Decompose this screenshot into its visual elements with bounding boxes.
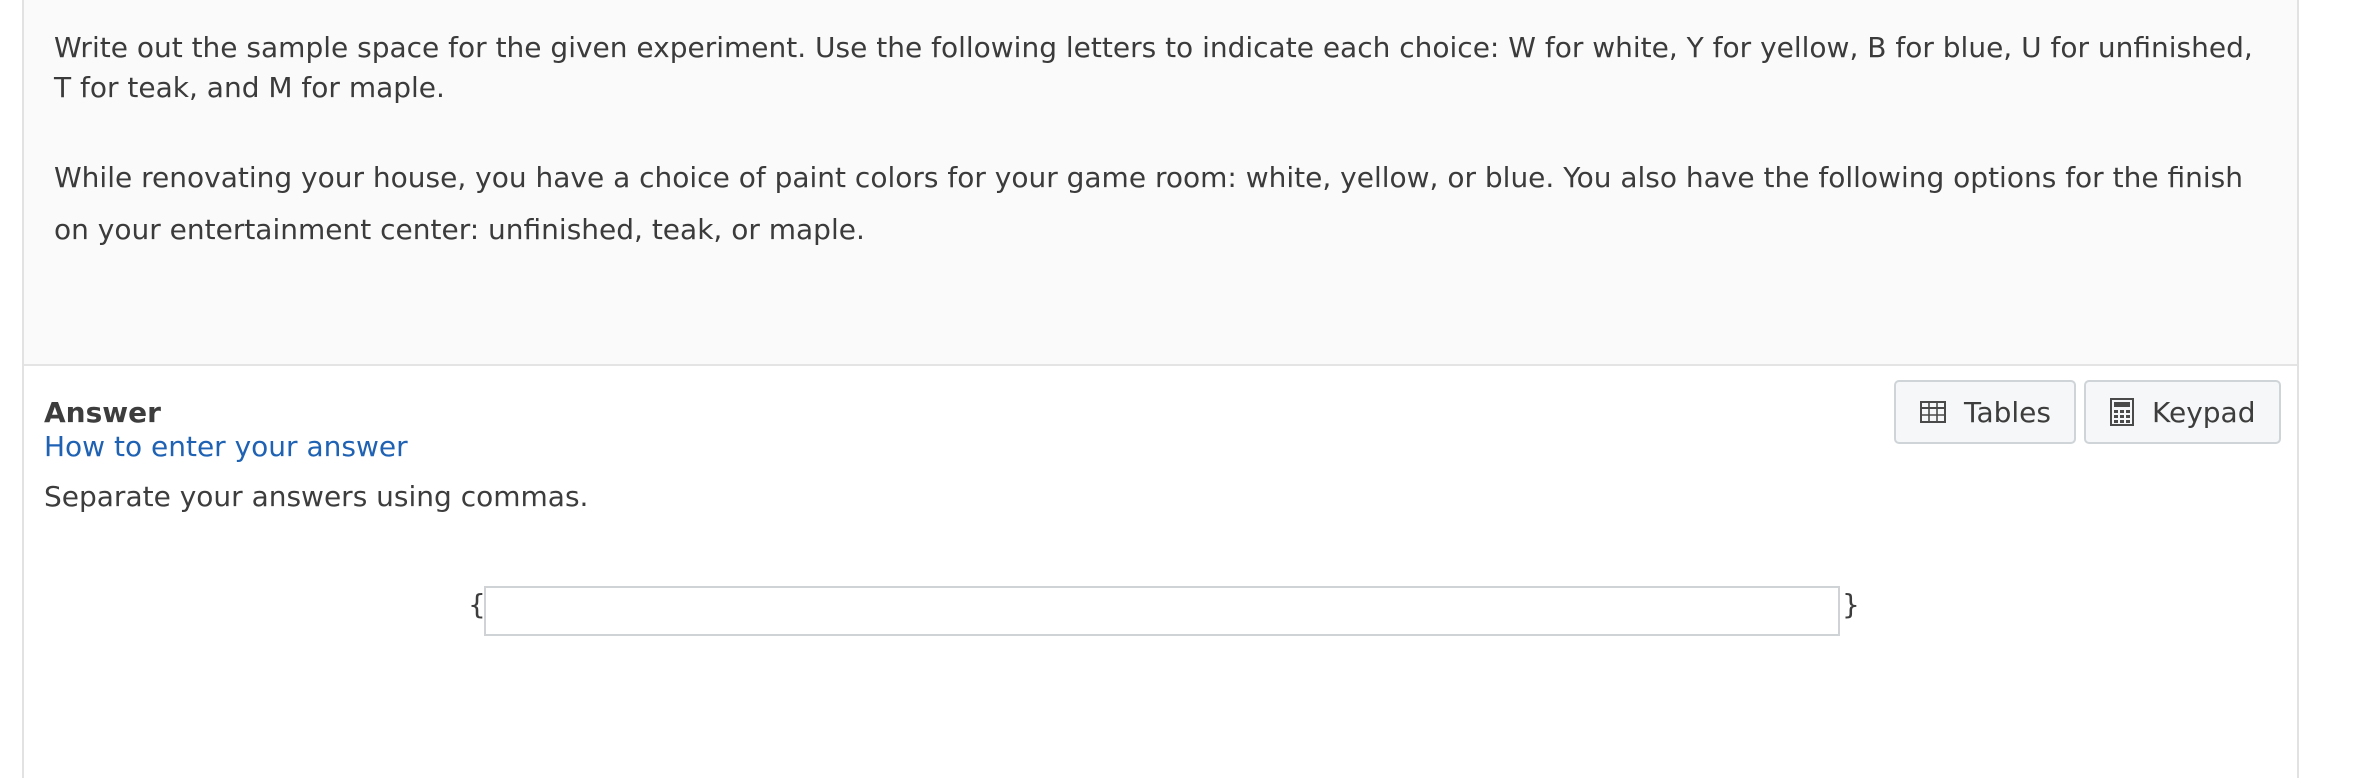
answer-heading: Answer xyxy=(44,396,161,429)
answer-input[interactable] xyxy=(484,586,1840,636)
keypad-button[interactable]: Keypad xyxy=(2084,380,2281,444)
keypad-button-label: Keypad xyxy=(2152,395,2256,429)
question-instructions: Write out the sample space for the given… xyxy=(54,31,2253,104)
tables-button-label: Tables xyxy=(1964,395,2051,429)
how-to-enter-answer-link[interactable]: How to enter your answer xyxy=(44,430,408,463)
table-icon xyxy=(1920,401,1946,423)
answer-hint: Separate your answers using commas. xyxy=(44,480,589,513)
tables-button[interactable]: Tables xyxy=(1894,380,2076,444)
question-panel: Write out the sample space for the given… xyxy=(24,0,2297,366)
question-scenario: While renovating your house, you have a … xyxy=(54,161,2243,246)
question-frame: Write out the sample space for the given… xyxy=(22,0,2299,778)
close-brace: } xyxy=(1842,588,1860,621)
answer-panel: Answer How to enter your answer Separate… xyxy=(24,366,2297,778)
calculator-icon xyxy=(2110,398,2134,426)
